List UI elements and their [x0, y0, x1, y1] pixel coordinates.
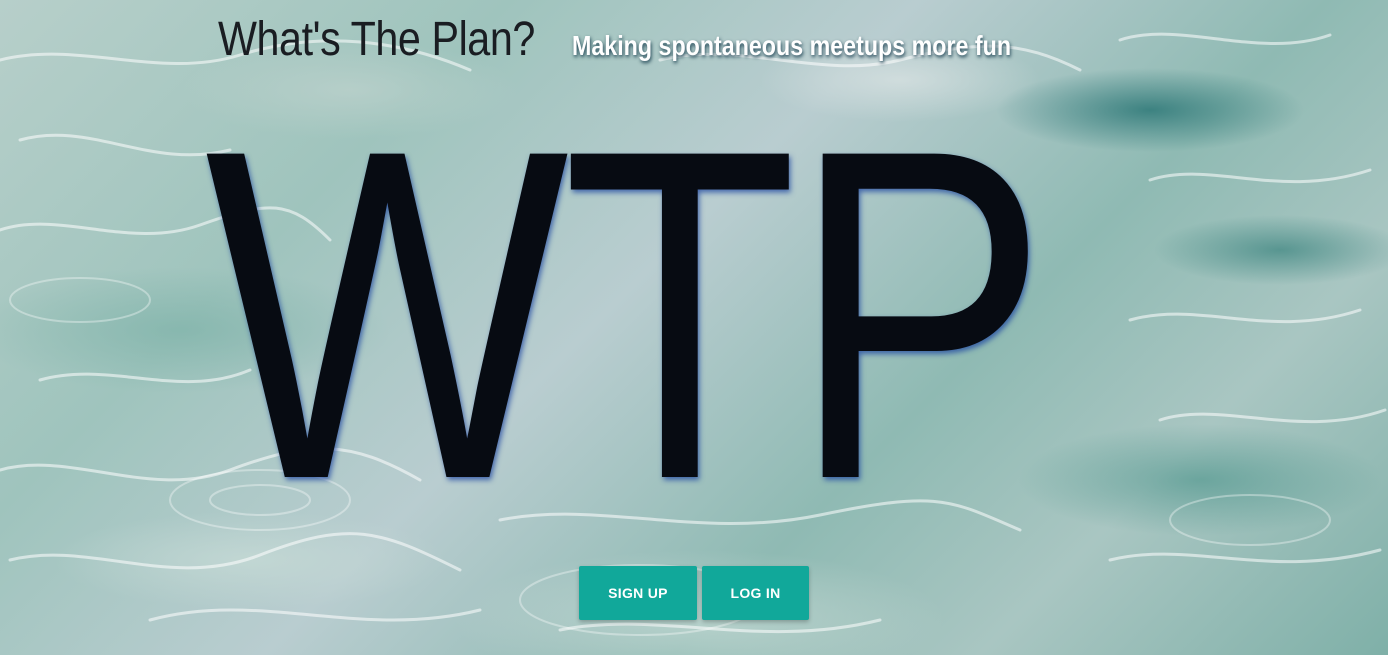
log-in-button[interactable]: LOG IN: [702, 566, 809, 620]
hero-logo-text: WTP: [205, 52, 1048, 577]
sign-up-button[interactable]: SIGN UP: [579, 566, 697, 620]
auth-actions: SIGN UP LOG IN: [579, 566, 809, 620]
hero-logo: WTP: [205, 80, 1125, 550]
